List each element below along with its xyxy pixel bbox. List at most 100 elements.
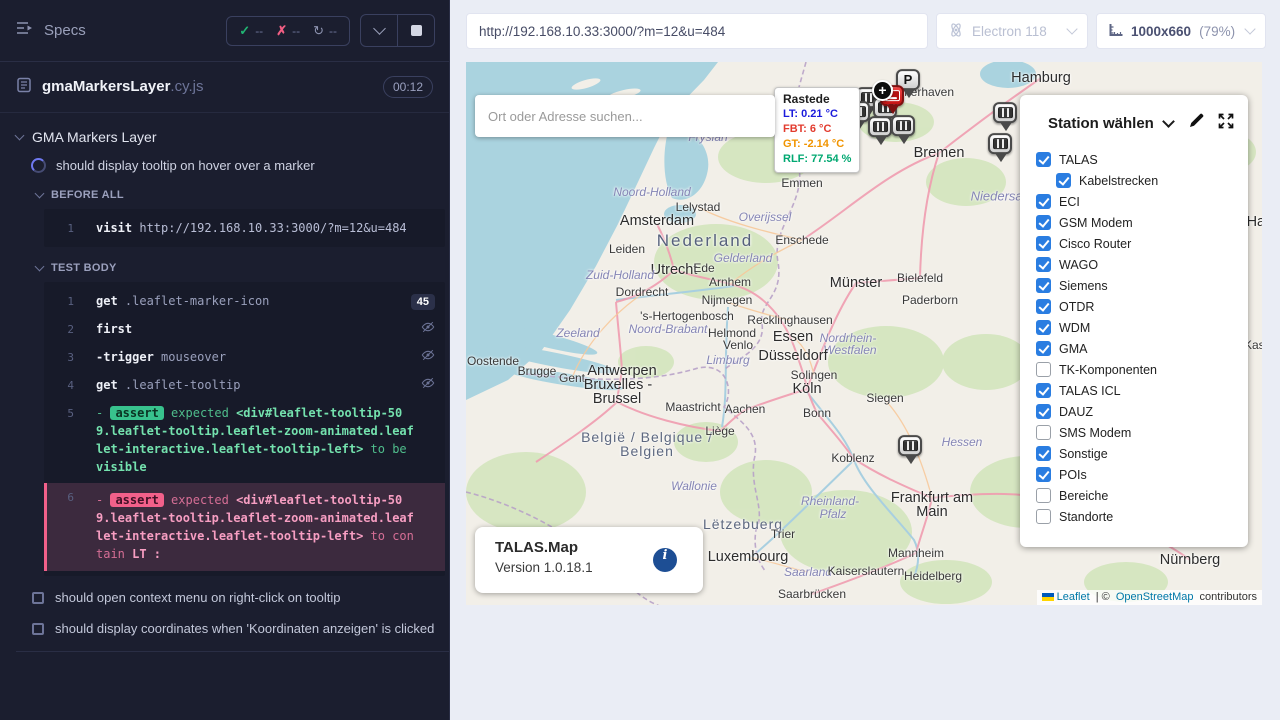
- layer-row[interactable]: GSM Modem: [1036, 212, 1234, 233]
- layer-row[interactable]: Bereiche: [1036, 485, 1234, 506]
- suite-row[interactable]: GMA Markers Layer: [16, 123, 449, 151]
- stat-passed: ✓--: [239, 23, 263, 39]
- layer-row[interactable]: DAUZ: [1036, 401, 1234, 422]
- layer-checkbox[interactable]: [1036, 383, 1051, 398]
- layer-checkbox[interactable]: [1036, 236, 1051, 251]
- layer-row[interactable]: SMS Modem: [1036, 422, 1234, 443]
- map-place-label: Limburg: [706, 353, 749, 367]
- layer-row[interactable]: Cisco Router: [1036, 233, 1234, 254]
- pending-test-row[interactable]: should display coordinates when 'Koordin…: [16, 613, 449, 644]
- command-row[interactable]: 1 visit http://192.168.10.33:3000/?m=12&…: [44, 214, 445, 242]
- map-place-label: Zuid-Holland: [586, 268, 654, 282]
- map-marker[interactable]: [993, 102, 1019, 134]
- layer-row[interactable]: Siemens: [1036, 275, 1234, 296]
- command-row[interactable]: 2 first: [44, 315, 445, 343]
- command-row[interactable]: 3 -trigger mouseover: [44, 343, 445, 371]
- info-icon[interactable]: i: [653, 548, 677, 572]
- layer-checkbox[interactable]: [1036, 194, 1051, 209]
- specs-menu-icon[interactable]: [16, 21, 34, 40]
- pin-tail: [905, 455, 917, 464]
- layer-checkbox[interactable]: [1036, 320, 1051, 335]
- chevron-down-icon[interactable]: [1162, 115, 1175, 128]
- layer-row[interactable]: GMA: [1036, 338, 1234, 359]
- command-indicator: [421, 348, 435, 367]
- command-row[interactable]: 6 - assert expected <div#leaflet-tooltip…: [44, 483, 445, 571]
- layer-checkbox[interactable]: [1036, 425, 1051, 440]
- layer-row[interactable]: Sonstige: [1036, 443, 1234, 464]
- collapse-all-button[interactable]: [361, 15, 397, 46]
- search-input[interactable]: [475, 95, 775, 137]
- active-test-row[interactable]: should display tooltip on hover over a m…: [16, 151, 449, 180]
- map-place-label: Pfalz: [820, 507, 847, 521]
- test-stats: ✓-- ✗-- ↻--: [226, 16, 350, 46]
- map-marker[interactable]: +: [872, 80, 892, 100]
- chevron-down-icon: [35, 189, 45, 199]
- panel-title[interactable]: Station wählen: [1048, 115, 1154, 132]
- layer-checkbox[interactable]: [1036, 257, 1051, 272]
- layer-checkbox[interactable]: [1036, 299, 1051, 314]
- layer-checkbox[interactable]: [1036, 467, 1051, 482]
- layer-checkbox[interactable]: [1036, 404, 1051, 419]
- layer-label: Bereiche: [1059, 489, 1108, 503]
- layer-checkbox[interactable]: [1036, 509, 1051, 524]
- layer-checkbox[interactable]: [1036, 215, 1051, 230]
- command-text: get .leaflet-tooltip: [96, 376, 241, 394]
- pending-test-title: should open context menu on right-click …: [55, 590, 340, 605]
- pin-tail: [887, 105, 899, 114]
- before-all-section[interactable]: BEFORE ALL: [16, 180, 449, 207]
- command-text: get .leaflet-marker-icon: [96, 292, 269, 310]
- stop-button[interactable]: [397, 15, 434, 46]
- layer-row[interactable]: TALAS ICL: [1036, 380, 1234, 401]
- viewport-select[interactable]: 1000x660 (79%): [1096, 13, 1266, 49]
- layer-label: WAGO: [1059, 258, 1098, 272]
- map-place-label: Arnhem: [709, 275, 751, 289]
- layer-row[interactable]: WAGO: [1036, 254, 1234, 275]
- map-place-label: Saarbrücken: [778, 587, 846, 601]
- layer-row[interactable]: TALAS: [1036, 149, 1234, 170]
- expand-icon[interactable]: [1218, 113, 1234, 134]
- tooltip-value-row: RLF: 77.54 %: [783, 152, 851, 167]
- layer-row[interactable]: Standorte: [1036, 506, 1234, 527]
- edit-pencil-icon[interactable]: [1188, 112, 1205, 134]
- spec-file-row[interactable]: gmaMarkersLayer.cy.js 00:12: [0, 62, 449, 113]
- layer-row[interactable]: Kabelstrecken: [1036, 170, 1234, 191]
- command-row[interactable]: 4 get .leaflet-tooltip: [44, 371, 445, 399]
- pending-test-row[interactable]: should open context menu on right-click …: [16, 582, 449, 613]
- station-marker-icon: [988, 133, 1012, 154]
- command-row[interactable]: 5 - assert expected <div#leaflet-tooltip…: [44, 399, 445, 481]
- map-place-label: Bonn: [803, 406, 831, 420]
- url-input[interactable]: http://192.168.10.33:3000/?m=12&u=484: [466, 13, 928, 49]
- layer-row[interactable]: ECI: [1036, 191, 1234, 212]
- leaflet-link[interactable]: Leaflet: [1057, 591, 1090, 603]
- layer-row[interactable]: POIs: [1036, 464, 1234, 485]
- map-place-label: Brussel: [593, 391, 641, 407]
- layer-checkbox[interactable]: [1036, 278, 1051, 293]
- map-place-label: 's-Hertogenbosch: [640, 309, 734, 323]
- layer-checkbox[interactable]: [1036, 341, 1051, 356]
- layer-row[interactable]: TK-Komponenten: [1036, 359, 1234, 380]
- aut-panel: http://192.168.10.33:3000/?m=12&u=484 El…: [450, 0, 1280, 720]
- layer-label: ECI: [1059, 195, 1080, 209]
- map-marker[interactable]: [891, 115, 917, 147]
- layer-checkbox[interactable]: [1036, 446, 1051, 461]
- layer-checkbox[interactable]: [1036, 152, 1051, 167]
- command-indicator: [421, 320, 435, 339]
- layer-checkbox[interactable]: [1036, 362, 1051, 377]
- leaflet-map[interactable]: HamburgBremerhavenFryslânBremenEmmenNied…: [466, 62, 1262, 605]
- map-marker[interactable]: [988, 133, 1014, 165]
- layer-checkbox[interactable]: [1036, 488, 1051, 503]
- layer-checkbox[interactable]: [1056, 173, 1071, 188]
- command-number: 4: [58, 377, 74, 395]
- layer-label: GSM Modem: [1059, 216, 1133, 230]
- map-marker[interactable]: [898, 435, 924, 467]
- command-row[interactable]: 1 get .leaflet-marker-icon 45: [44, 287, 445, 315]
- layer-row[interactable]: WDM: [1036, 317, 1234, 338]
- test-body-section[interactable]: TEST BODY: [16, 253, 449, 280]
- viewport-zoom: (79%): [1199, 24, 1235, 39]
- browser-select[interactable]: Electron 118: [936, 13, 1088, 49]
- osm-link[interactable]: OpenStreetMap: [1116, 591, 1194, 603]
- pending-square-icon: [32, 623, 44, 635]
- aut-topbar: http://192.168.10.33:3000/?m=12&u=484 El…: [450, 0, 1280, 49]
- station-marker-icon: [891, 115, 915, 136]
- layer-row[interactable]: OTDR: [1036, 296, 1234, 317]
